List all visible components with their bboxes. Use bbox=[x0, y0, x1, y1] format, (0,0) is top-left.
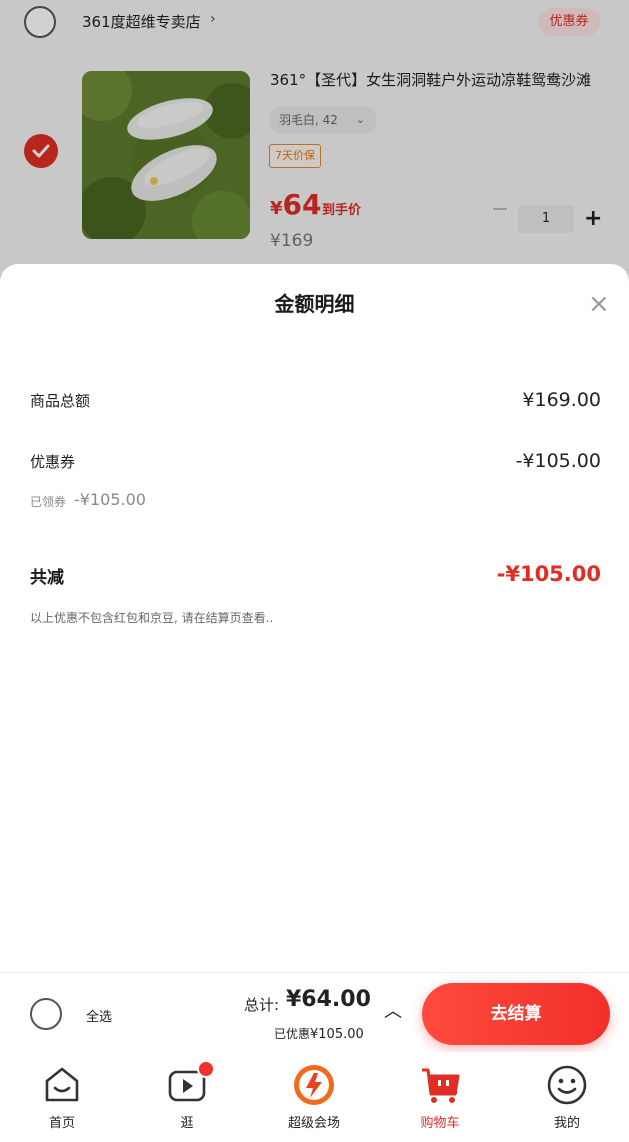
close-icon[interactable]: × bbox=[588, 290, 610, 318]
tab-label: 购物车 bbox=[420, 1116, 460, 1131]
total-reduce-label: 共减 bbox=[30, 568, 64, 588]
tab-label: 首页 bbox=[48, 1116, 75, 1131]
tab-super-venue[interactable]: 超级会场 bbox=[264, 1064, 364, 1134]
saved-amount: ¥105.00 bbox=[310, 1027, 364, 1042]
total-amount: ¥64.00 bbox=[286, 987, 371, 1012]
chevron-up-icon[interactable]: ︿ bbox=[384, 997, 402, 1023]
saved-prefix: 已优惠 bbox=[274, 1027, 311, 1041]
amount-detail-sheet: 金额明细 × 商品总额 ¥169.00 优惠券 -¥105.00 已领券 -¥1… bbox=[0, 264, 629, 972]
notification-badge bbox=[197, 1060, 215, 1078]
profile-icon bbox=[547, 1065, 587, 1105]
tab-label: 我的 bbox=[553, 1116, 580, 1131]
checkout-bar: 全选 总计: ¥64.00 已优惠¥105.00 ︿ 去结算 bbox=[0, 972, 629, 1052]
super-venue-icon bbox=[294, 1065, 334, 1105]
select-all-label[interactable]: 全选 bbox=[86, 1006, 112, 1025]
tab-label: 超级会场 bbox=[287, 1116, 340, 1131]
tab-explore[interactable]: 逛 bbox=[137, 1060, 237, 1134]
coupon-label: 优惠券 bbox=[30, 453, 76, 471]
dim-overlay[interactable] bbox=[0, 0, 629, 300]
claimed-coupon-value: -¥105.00 bbox=[74, 490, 146, 509]
total-prefix: 总计: bbox=[244, 996, 280, 1014]
tab-label: 逛 bbox=[180, 1116, 194, 1131]
tab-profile[interactable]: 我的 bbox=[517, 1064, 617, 1134]
checkout-button[interactable]: 去结算 bbox=[422, 983, 610, 1045]
total-reduce-value: -¥105.00 bbox=[496, 562, 601, 586]
saved-amount-line: 已优惠¥105.00 bbox=[274, 1025, 364, 1042]
tab-home[interactable]: 首页 bbox=[12, 1064, 112, 1134]
goods-total-value: ¥169.00 bbox=[522, 389, 601, 411]
discount-note: 以上优惠不包含红包和京豆, 请在结算页查看.. bbox=[30, 611, 274, 625]
sheet-title: 金额明细 bbox=[274, 292, 355, 316]
goods-total-label: 商品总额 bbox=[30, 392, 91, 410]
claimed-coupon-label: 已领券 bbox=[30, 495, 67, 509]
bottom-tab-bar: 首页 逛 超级会场 购物车 我的 bbox=[0, 1052, 629, 1142]
select-all-radio[interactable] bbox=[30, 998, 62, 1030]
home-icon bbox=[45, 1067, 79, 1102]
cart-icon bbox=[422, 1068, 460, 1103]
coupon-value: -¥105.00 bbox=[515, 450, 601, 472]
tab-cart[interactable]: 购物车 bbox=[390, 1064, 490, 1134]
